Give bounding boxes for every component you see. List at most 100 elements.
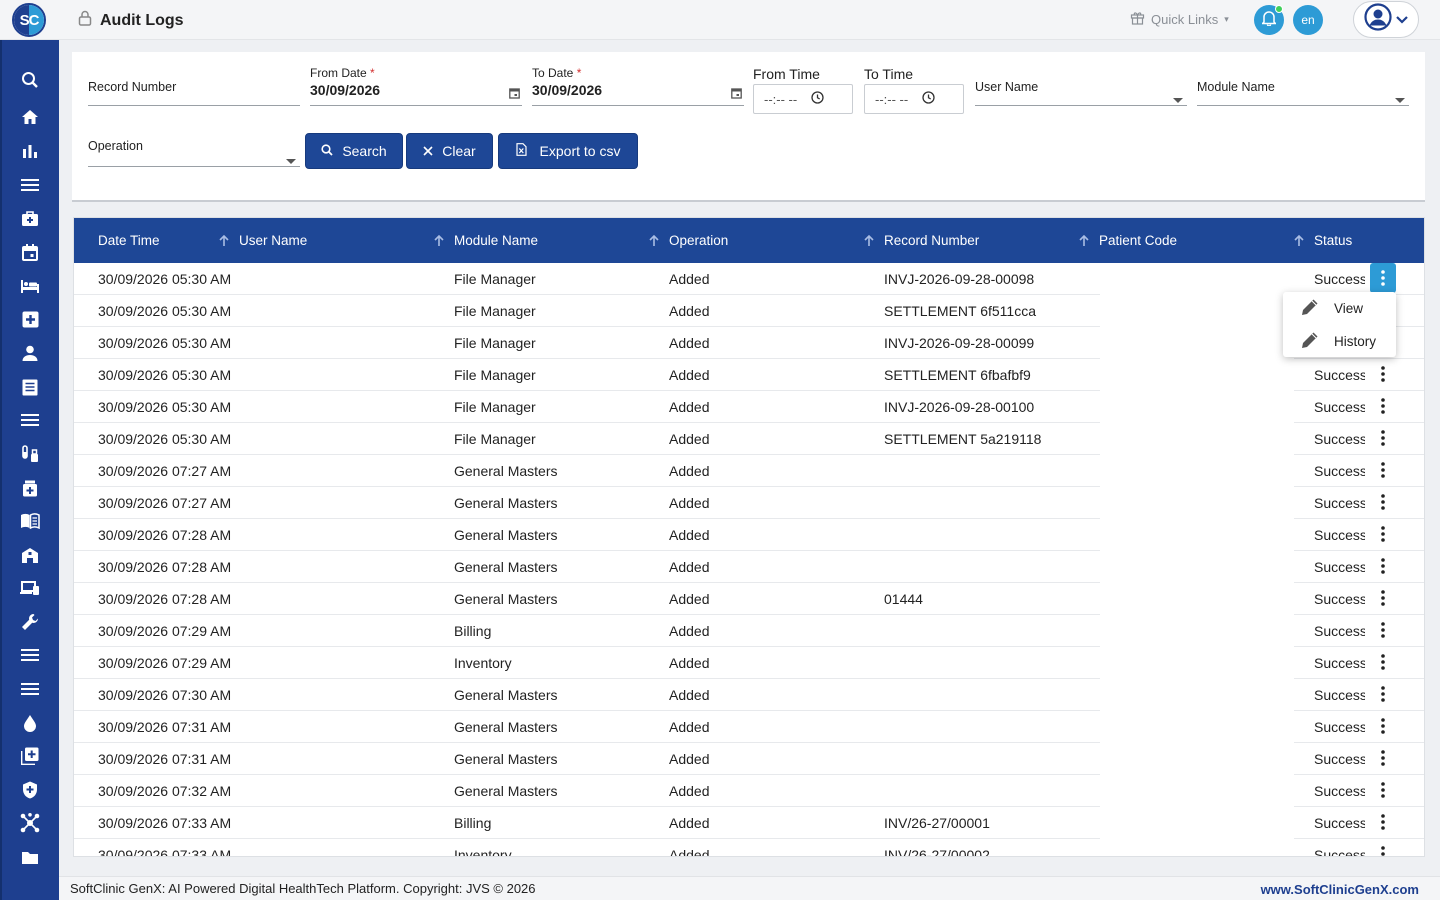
sort-arrow-icon[interactable] [649,234,659,250]
chart-icon[interactable] [19,140,41,162]
quick-links-dropdown[interactable]: Quick Links ▾ [1130,10,1229,28]
table-row[interactable]: 30/09/2026 07:28 AM General Masters Added 0… [74,583,1424,615]
building-icon[interactable] [19,544,41,566]
table-row[interactable]: 30/09/2026 07:27 AM General Masters Added S… [74,455,1424,487]
row-more-options-icon[interactable] [1370,615,1396,645]
profile-menu[interactable] [1353,1,1419,38]
column-header-user-name[interactable]: User Name [239,233,307,248]
chevron-down-icon [1396,11,1408,29]
table-row[interactable]: 30/09/2026 07:27 AM General Masters Added S… [74,487,1424,519]
module-name-select[interactable]: Module Name [1197,80,1409,106]
row-more-options-icon[interactable] [1370,487,1396,517]
row-more-options-icon[interactable] [1370,519,1396,549]
table-row[interactable]: 30/09/2026 07:32 AM General Masters Added S… [74,775,1424,807]
home-icon[interactable] [19,106,41,128]
menu-icon[interactable] [19,409,41,431]
row-more-options-icon[interactable] [1370,711,1396,741]
column-header-record-number[interactable]: Record Number [884,233,979,248]
row-more-options-icon[interactable] [1370,391,1396,421]
website-link[interactable]: www.SoftClinicGenX.com [1261,882,1419,897]
row-more-options-icon[interactable] [1370,263,1396,293]
plus-square-icon[interactable] [19,308,41,330]
wrench-icon[interactable] [19,611,41,633]
table-row[interactable]: 30/09/2026 07:33 AM Inventory Added INV/26-… [74,839,1424,856]
table-row[interactable]: 30/09/2026 05:30 AM File Manager Added INVJ… [74,391,1424,423]
clear-button[interactable]: Clear [406,133,493,169]
from-date-field[interactable]: From Date * 30/09/2026 [310,66,522,106]
column-header-operation[interactable]: Operation [669,233,728,248]
from-time-placeholder: --:-- -- [764,91,798,107]
network-icon[interactable] [19,812,41,834]
row-more-options-icon[interactable] [1370,359,1396,389]
bed-icon[interactable] [19,275,41,297]
operation-select[interactable]: Operation [88,139,300,167]
language-button[interactable]: en [1293,5,1323,35]
sort-arrow-icon[interactable] [434,234,444,250]
row-more-options-icon[interactable] [1370,839,1396,856]
person-icon[interactable] [19,342,41,364]
medicine-icon[interactable] [19,477,41,499]
row-more-options-icon[interactable] [1370,775,1396,805]
table-row[interactable]: 30/09/2026 05:30 AM File Manager Added SETT… [74,359,1424,391]
row-more-options-icon[interactable] [1370,455,1396,485]
row-more-options-icon[interactable] [1370,647,1396,677]
table-row[interactable]: 30/09/2026 07:33 AM Billing Added INV/26-27… [74,807,1424,839]
menu-icon[interactable] [19,678,41,700]
menu-icon[interactable] [19,644,41,666]
table-row[interactable]: 30/09/2026 07:31 AM General Masters Added S… [74,743,1424,775]
search-button[interactable]: Search [305,133,403,169]
column-header-module-name[interactable]: Module Name [454,233,538,248]
cell-operation: Added [669,271,710,287]
shield-icon[interactable] [19,779,41,801]
medical-bag-icon[interactable] [19,208,41,230]
table-row[interactable]: 30/09/2026 07:29 AM Inventory Added Success [74,647,1424,679]
menu-item-history[interactable]: History [1283,325,1396,357]
table-row[interactable]: 30/09/2026 07:28 AM General Masters Added S… [74,519,1424,551]
drop-icon[interactable] [19,712,41,734]
table-row[interactable]: 30/09/2026 05:30 AM File Manager Added INVJ… [74,263,1424,295]
table-row[interactable]: 30/09/2026 05:30 AM File Manager Added SETT… [74,423,1424,455]
sort-arrow-icon[interactable] [864,234,874,250]
column-header-date-time[interactable]: Date Time [98,233,160,248]
row-more-options-icon[interactable] [1370,583,1396,613]
cell-module-name: File Manager [454,303,536,319]
search-icon[interactable] [19,69,41,91]
sort-arrow-icon[interactable] [1294,234,1304,250]
from-time-input[interactable]: --:-- -- [753,84,853,114]
table-row[interactable]: 30/09/2026 07:29 AM Billing Added Success [74,615,1424,647]
column-header-status[interactable]: Status [1314,233,1352,248]
table-row[interactable]: 30/09/2026 07:28 AM General Masters Added S… [74,551,1424,583]
cell-date-time: 30/09/2026 07:28 AM [98,559,232,575]
devices-icon[interactable] [19,577,41,599]
notifications-button[interactable] [1254,5,1284,35]
calendar-icon[interactable] [509,86,520,104]
row-more-options-icon[interactable] [1370,679,1396,709]
record-number-field[interactable]: Record Number [88,80,300,106]
app-logo[interactable]: SC [12,3,46,37]
row-more-options-icon[interactable] [1370,743,1396,773]
folder-icon[interactable] [19,846,41,868]
sort-arrow-icon[interactable] [219,234,229,250]
menu-item-view[interactable]: View [1283,292,1396,324]
to-date-field[interactable]: To Date * 30/09/2026 [532,66,744,106]
table-row[interactable]: 30/09/2026 07:30 AM General Masters Added S… [74,679,1424,711]
table-row[interactable]: 30/09/2026 07:31 AM General Masters Added S… [74,711,1424,743]
user-name-select[interactable]: User Name [975,80,1187,106]
lab-icon[interactable] [19,443,41,465]
document-icon[interactable] [19,376,41,398]
row-more-options-icon[interactable] [1370,551,1396,581]
column-header-patient-code[interactable]: Patient Code [1099,233,1177,248]
row-more-options-icon[interactable] [1370,807,1396,837]
calendar-icon[interactable] [731,86,742,104]
table-row[interactable]: 30/09/2026 05:30 AM File Manager Added SETT… [74,295,1424,327]
table-row[interactable]: 30/09/2026 05:30 AM File Manager Added INVJ… [74,327,1424,359]
sort-arrow-icon[interactable] [1079,234,1089,250]
book-icon[interactable] [19,510,41,532]
calendar-icon[interactable] [19,241,41,263]
cell-module-name: General Masters [454,591,558,607]
add-stack-icon[interactable] [19,745,41,767]
row-more-options-icon[interactable] [1370,423,1396,453]
to-time-input[interactable]: --:-- -- [864,84,964,114]
export-csv-button[interactable]: Export to csv [498,133,638,169]
menu-icon[interactable] [19,174,41,196]
